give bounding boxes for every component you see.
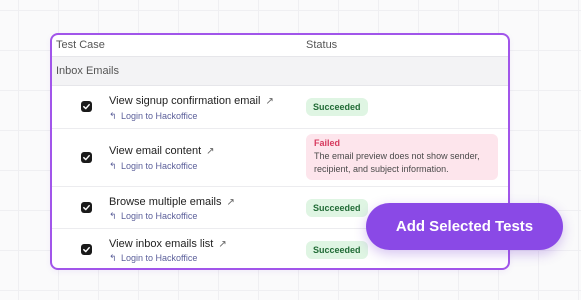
external-link-icon[interactable]: ↗ (226, 197, 234, 208)
row-checkbox[interactable] (81, 202, 92, 213)
status-badge-succeeded: Succeeded (306, 98, 368, 116)
status-failed-detail: The email preview does not show sender, … (314, 151, 480, 174)
checkmark-icon (83, 246, 90, 253)
row-checkbox[interactable] (81, 152, 92, 163)
status-badge-failed: Failed The email preview does not show s… (306, 134, 498, 180)
checkmark-icon (83, 154, 90, 161)
status-failed-label: Failed (314, 138, 341, 148)
external-link-icon[interactable]: ↗ (206, 146, 214, 157)
group-header-inbox-emails[interactable]: Inbox Emails (52, 56, 508, 86)
table-row[interactable]: View email content ↗ ↰ Login to Hackoffice… (52, 129, 508, 187)
external-link-icon[interactable]: ↗ (218, 239, 226, 250)
test-case-precondition: ↰ Login to Hackoffice (109, 161, 198, 171)
checkmark-icon (83, 204, 90, 211)
test-case-precondition: ↰ Login to Hackoffice (109, 111, 198, 121)
status-badge-succeeded: Succeeded (306, 241, 368, 259)
status-badge-succeeded: Succeeded (306, 199, 368, 217)
test-case-title[interactable]: View inbox emails list ↗ (109, 238, 227, 250)
test-case-precondition: ↰ Login to Hackoffice (109, 253, 198, 263)
row-checkbox[interactable] (81, 244, 92, 255)
add-selected-tests-button[interactable]: Add Selected Tests (366, 203, 563, 250)
external-link-icon[interactable]: ↗ (265, 96, 273, 107)
return-arrow-icon: ↰ (109, 253, 117, 263)
return-arrow-icon: ↰ (109, 211, 117, 221)
test-case-precondition: ↰ Login to Hackoffice (109, 211, 198, 221)
return-arrow-icon: ↰ (109, 111, 117, 121)
row-checkbox[interactable] (81, 101, 92, 112)
checkmark-icon (83, 103, 90, 110)
test-case-title[interactable]: Browse multiple emails ↗ (109, 196, 235, 208)
test-case-title[interactable]: View email content ↗ (109, 145, 215, 157)
table-header: Test Case Status (52, 35, 508, 56)
test-case-title[interactable]: View signup confirmation email ↗ (109, 95, 274, 107)
column-header-status: Status (306, 39, 338, 51)
table-row[interactable]: View signup confirmation email ↗ ↰ Login t… (52, 86, 508, 129)
return-arrow-icon: ↰ (109, 161, 117, 171)
column-header-test-case: Test Case (56, 39, 105, 51)
